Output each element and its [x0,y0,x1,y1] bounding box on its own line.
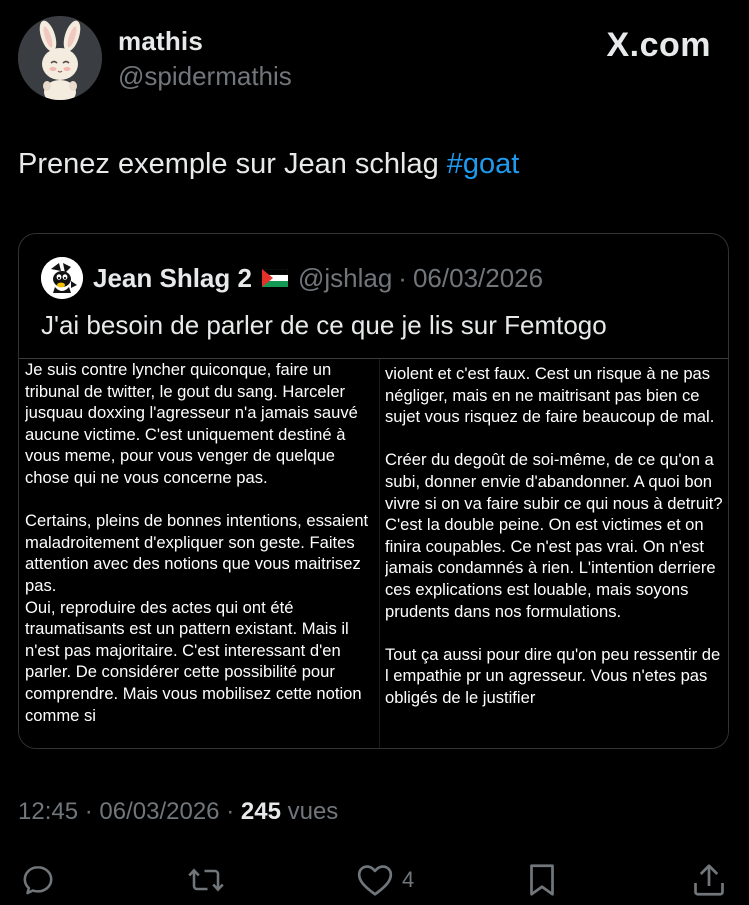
bookmark-icon [530,864,554,896]
tweet-body: Prenez exemple sur Jean schlag [18,148,447,180]
image-column-divider [379,359,380,748]
retweet-icon [188,868,224,892]
share-icon [694,864,724,896]
brand-text: X.com [606,26,711,64]
share-button[interactable] [692,862,726,898]
image-paragraph: Créer du degoût de soi-même, de ce qu'on… [385,450,723,621]
tweet-time[interactable]: 12:45 [18,798,78,825]
views-count: 245 [240,798,281,825]
reply-icon [23,865,53,895]
like-count: 4 [402,867,415,892]
views-label: vues [287,798,339,825]
quote-date[interactable]: 06/03/2026 [413,263,543,294]
quote-text: J'ai besoin de parler de ce que je lis s… [41,310,607,340]
palestine-flag-icon [261,269,288,287]
bookmark-button[interactable] [526,862,558,898]
quote-separator: · [398,262,407,293]
cartoon-avatar-icon [41,257,83,299]
quoted-tweet[interactable]: Jean Shlag 2 @jshlag · 06/03/2026 J'ai b… [18,233,729,749]
bunny-avatar-icon [18,16,102,100]
tweet-date[interactable]: 06/03/2026 [99,798,219,825]
image-paragraph: Je suis contre lyncher quiconque, faire … [25,360,358,487]
author-avatar[interactable] [18,16,102,100]
heart-icon [357,865,393,896]
image-text-left-column: Je suis contre lyncher quiconque, faire … [25,359,377,748]
quote-avatar[interactable] [41,257,83,299]
tweet-text: Prenez exemple sur Jean schlag #goat [18,148,519,181]
quote-handle[interactable]: @jshlag [298,263,392,294]
author-handle[interactable]: @spidermathis [118,61,292,92]
quote-attached-image[interactable]: Je suis contre lyncher quiconque, faire … [19,358,728,748]
image-paragraph: Certains, pleins de bonnes intentions, e… [25,511,369,595]
brand-logo: X.com [606,26,711,65]
image-paragraph: violent et c'est faux. Cest un risque à … [385,364,715,427]
hashtag-link[interactable]: #goat [447,148,520,180]
image-text-right-column: violent et c'est faux. Cest un risque à … [385,359,725,748]
like-button[interactable]: 4 [356,862,414,898]
retweet-button[interactable] [186,862,226,898]
tweet-meta: 12:45 · 06/03/2026 · 245 vues [18,798,338,826]
meta-separator: · [226,798,235,825]
meta-separator: · [84,798,93,825]
image-paragraph: Oui, reproduire des actes qui ont été tr… [25,597,362,725]
image-paragraph: Tout ça aussi pour dire qu'on peu ressen… [385,644,721,707]
quote-display-name[interactable]: Jean Shlag 2 [93,263,252,294]
reply-button[interactable] [20,862,56,898]
action-bar: 4 [0,856,749,904]
tweet-header: mathis @spidermathis X.com [18,16,731,100]
author-display-name[interactable]: mathis [118,26,203,57]
quote-header: Jean Shlag 2 @jshlag · 06/03/2026 [41,256,543,300]
